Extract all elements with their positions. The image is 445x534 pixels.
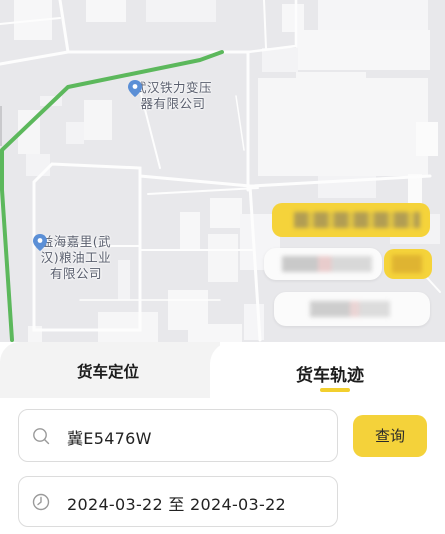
poi-marker-grain-company[interactable]: 益海嘉里(武 汉)粮油工业 有限公司 — [33, 234, 119, 282]
tab-truck-location[interactable]: 货车定位 — [0, 342, 220, 398]
plate-value: 冀E5476W — [67, 429, 152, 448]
query-button[interactable]: 查询 — [353, 415, 427, 457]
poi-label-line: 有限公司 — [49, 266, 102, 281]
bottom-panel: 货车定位 货车轨迹 冀E5476W 查询 2024-03-22 至 2024-0… — [0, 342, 445, 534]
clock-icon — [32, 493, 50, 511]
poi-marker-transformer-company[interactable]: 武汉铁力变压 器有限公司 — [128, 80, 218, 112]
poi-label-line: 器有限公司 — [140, 96, 206, 111]
poi-label-line: 汉)粮油工业 — [40, 250, 112, 265]
vehicle-info-bubble[interactable] — [264, 248, 382, 280]
active-tab-indicator — [320, 388, 350, 392]
plate-search-input[interactable]: 冀E5476W — [18, 409, 338, 462]
date-range-value: 2024-03-22 至 2024-03-22 — [67, 495, 287, 514]
map-view[interactable]: 武汉铁力变压 器有限公司 益海嘉里(武 汉)粮油工业 有限公司 — [0, 0, 445, 400]
search-icon — [33, 428, 50, 445]
map-canvas — [0, 0, 445, 400]
vehicle-info-bubble[interactable] — [272, 203, 430, 237]
date-range-picker[interactable]: 2024-03-22 至 2024-03-22 — [18, 476, 338, 527]
tab-truck-location-label: 货车定位 — [77, 363, 140, 381]
vehicle-status-badge — [384, 249, 432, 279]
location-pin-icon — [33, 234, 47, 251]
location-pin-icon — [128, 80, 142, 97]
tab-truck-track-label: 货车轨迹 — [296, 366, 364, 386]
vehicle-info-bubble[interactable] — [274, 292, 430, 326]
tab-bar: 货车定位 货车轨迹 — [0, 342, 445, 398]
